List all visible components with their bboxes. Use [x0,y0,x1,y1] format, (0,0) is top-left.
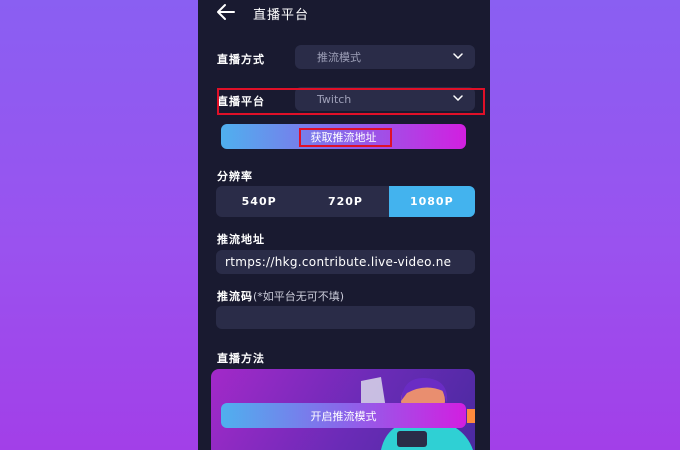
stream-url-label: 推流地址 [217,233,265,246]
get-address-highlight-box [299,128,392,147]
back-arrow-icon[interactable] [216,3,236,21]
start-streaming-label: 开启推流模式 [310,409,377,423]
mode-select[interactable]: 推流模式 [295,45,475,69]
stream-key-label: 推流码(*如平台无可不填) [217,288,344,304]
platform-highlight-box [217,88,485,115]
resolution-segmented-control: 540P 720P 1080P [216,186,475,217]
resolution-label: 分辨率 [217,170,253,183]
resolution-option-1080p[interactable]: 1080P [388,186,475,217]
stream-key-field[interactable] [216,306,475,329]
page-title: 直播平台 [253,8,310,23]
resolution-option-720p[interactable]: 720P [302,186,388,217]
chevron-down-icon [453,53,463,59]
mode-select-value: 推流模式 [317,51,361,64]
stream-key-note: (*如平台无可不填) [253,290,345,303]
app-screen: 直播平台 直播方式 推流模式 直播平台 Twitch 获取推流地址 分辨率 54… [198,0,490,450]
stream-key-label-text: 推流码 [217,290,253,303]
stream-url-field[interactable]: rtmps://hkg.contribute.live-video.ne [216,250,475,274]
start-streaming-button[interactable]: 开启推流模式 [221,403,466,428]
resolution-option-540p[interactable]: 540P [216,186,302,217]
stream-url-value: rtmps://hkg.contribute.live-video.ne [225,255,452,269]
mode-label: 直播方式 [217,53,265,66]
method-label: 直播方法 [217,352,265,365]
